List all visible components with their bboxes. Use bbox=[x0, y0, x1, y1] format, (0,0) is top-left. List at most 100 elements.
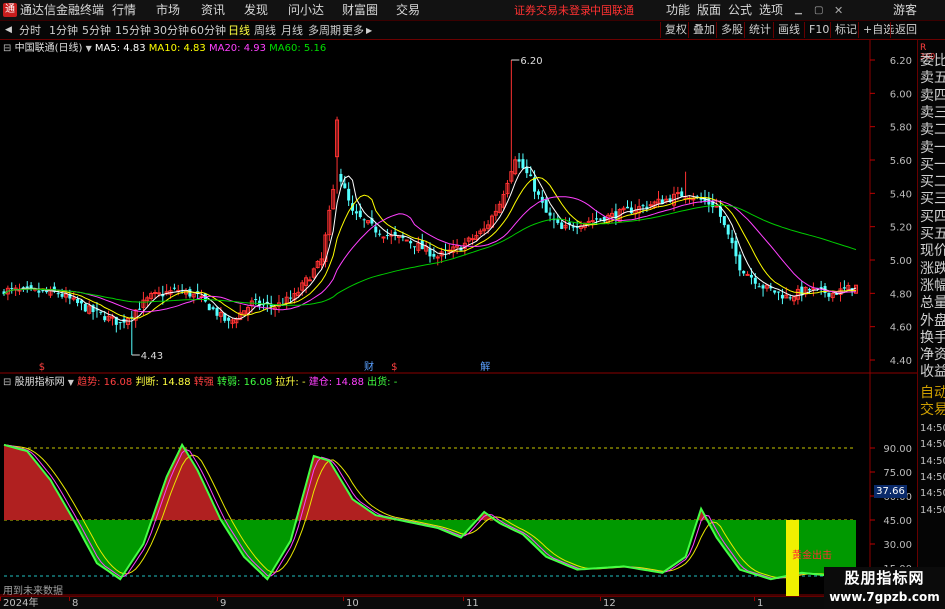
period-tab-monthly[interactable]: 月线 bbox=[281, 23, 303, 38]
candle-body bbox=[517, 159, 521, 162]
candle bbox=[505, 180, 510, 198]
menu-wealth-circle[interactable]: 财富圈 bbox=[342, 3, 378, 18]
candle-body bbox=[629, 207, 633, 214]
candle-body bbox=[307, 279, 312, 282]
period-tab-60min[interactable]: 60分钟 bbox=[190, 23, 226, 38]
indicator-name: 股朋指标网 bbox=[14, 377, 65, 388]
watermark-title: 股朋指标网 bbox=[844, 569, 925, 587]
period-tab-5min[interactable]: 5分钟 bbox=[82, 23, 111, 38]
minimize-window-icon[interactable]: ▁ bbox=[795, 3, 802, 18]
candle bbox=[777, 291, 781, 301]
candle bbox=[366, 220, 371, 225]
candle bbox=[745, 271, 750, 276]
menu-trade[interactable]: 交易 bbox=[396, 3, 420, 18]
back-button[interactable]: 返回 bbox=[890, 22, 917, 38]
candle-body bbox=[207, 304, 211, 311]
period-tab-more[interactable]: 更多 bbox=[342, 23, 364, 38]
adjust-button[interactable]: 复权 bbox=[660, 22, 687, 38]
close-window-icon[interactable]: ✕ bbox=[834, 3, 843, 18]
mark-button[interactable]: 标记 bbox=[830, 22, 857, 38]
candle bbox=[362, 218, 366, 228]
side-item: 卖一 bbox=[920, 139, 945, 156]
indicator-dropdown-icon[interactable]: ▼ bbox=[68, 378, 74, 387]
guest-label[interactable]: 游客 bbox=[893, 3, 917, 18]
side-tick-label: 14:50 bbox=[920, 471, 945, 483]
chevron-right-icon[interactable]: ▶ bbox=[366, 23, 372, 38]
candle bbox=[13, 284, 18, 296]
candle-body bbox=[347, 188, 351, 201]
candle bbox=[497, 200, 502, 214]
candle-body bbox=[648, 204, 653, 207]
app-logo-icon: 通 bbox=[3, 3, 17, 17]
price-axis-label: 5.40 bbox=[890, 189, 912, 200]
period-tab-1min[interactable]: 1分钟 bbox=[49, 23, 78, 38]
candle-body bbox=[156, 292, 161, 295]
candle-body bbox=[586, 220, 591, 223]
menu-news[interactable]: 资讯 bbox=[201, 3, 225, 18]
candle bbox=[830, 292, 835, 302]
candle bbox=[571, 222, 575, 232]
candle bbox=[707, 191, 711, 213]
date-axis: 2024年 8 9 10 11 12 1 bbox=[0, 596, 917, 609]
candle-body bbox=[378, 233, 382, 235]
menu-discover[interactable]: 发现 bbox=[244, 3, 268, 18]
candle-body bbox=[680, 191, 684, 197]
period-tab-15min[interactable]: 15分钟 bbox=[115, 23, 151, 38]
menu-market[interactable]: 市场 bbox=[156, 3, 180, 18]
date-axis-tick bbox=[754, 597, 755, 601]
candle-layer bbox=[2, 60, 858, 355]
candle-body bbox=[544, 199, 548, 213]
menu-options[interactable]: 选项 bbox=[759, 3, 783, 18]
candle bbox=[509, 60, 514, 184]
candle-body bbox=[529, 174, 533, 177]
period-tab-weekly[interactable]: 周线 bbox=[254, 23, 276, 38]
indicator-collapse-icon[interactable]: ⊟ bbox=[3, 377, 11, 388]
date-axis-tick bbox=[463, 597, 464, 601]
candle-body bbox=[714, 205, 719, 208]
legend-dropdown-icon[interactable]: ▼ bbox=[86, 44, 92, 53]
period-tab-intraday[interactable]: 分时 bbox=[19, 23, 41, 38]
candle bbox=[730, 229, 734, 249]
chart-area[interactable]: 6.20 6.00 5.80 5.60 5.40 5.20 5.00 4.80 4.60 4.40… bbox=[0, 40, 917, 596]
side-item: 外盘 bbox=[920, 312, 945, 329]
event-marker: $ bbox=[391, 362, 397, 373]
period-tab-daily[interactable]: 日线 bbox=[228, 23, 250, 38]
overlay-button[interactable]: 叠加 bbox=[688, 22, 715, 38]
low-price-label: 4.43 bbox=[141, 351, 163, 362]
f10-button[interactable]: F10 bbox=[804, 22, 829, 38]
candle bbox=[424, 240, 429, 255]
candle bbox=[540, 190, 544, 209]
menu-function[interactable]: 功能 bbox=[666, 3, 690, 18]
menu-layout[interactable]: 版面 bbox=[697, 3, 721, 18]
candle bbox=[48, 286, 53, 298]
login-notice[interactable]: 证券交易未登录 bbox=[514, 3, 591, 18]
chevron-left-icon[interactable]: ◀ bbox=[5, 23, 12, 38]
candle-body bbox=[413, 246, 417, 248]
legend-collapse-icon[interactable]: ⊟ bbox=[3, 43, 11, 54]
ma20-value: MA20: 4.93 bbox=[208, 43, 266, 54]
candle bbox=[25, 281, 29, 293]
menu-ask[interactable]: 问小达 bbox=[288, 3, 324, 18]
candle-body bbox=[470, 238, 475, 241]
ma-layer bbox=[3, 166, 857, 322]
candle bbox=[87, 300, 92, 315]
add-watchlist-button[interactable]: +自选 bbox=[858, 22, 894, 38]
period-tab-30min[interactable]: 30分钟 bbox=[153, 23, 189, 38]
candle bbox=[106, 310, 111, 323]
stats-button[interactable]: 统计 bbox=[744, 22, 771, 38]
candle bbox=[99, 311, 103, 315]
candle-body bbox=[76, 298, 80, 304]
menu-formula[interactable]: 公式 bbox=[728, 3, 752, 18]
bear-area bbox=[4, 520, 856, 580]
multi-stock-button[interactable]: 多股 bbox=[716, 22, 743, 38]
candle bbox=[335, 116, 340, 194]
candle bbox=[420, 233, 424, 250]
menu-quotes[interactable]: 行情 bbox=[112, 3, 136, 18]
side-item: 买一 bbox=[920, 156, 945, 173]
app-title: 通达信金融终端 bbox=[20, 3, 105, 17]
maximize-window-icon[interactable]: ▢ bbox=[814, 3, 823, 18]
candle-body bbox=[404, 239, 409, 242]
candle bbox=[738, 251, 742, 277]
period-tab-multi[interactable]: 多周期 bbox=[308, 23, 341, 38]
draw-line-button[interactable]: 画线 bbox=[773, 22, 800, 38]
